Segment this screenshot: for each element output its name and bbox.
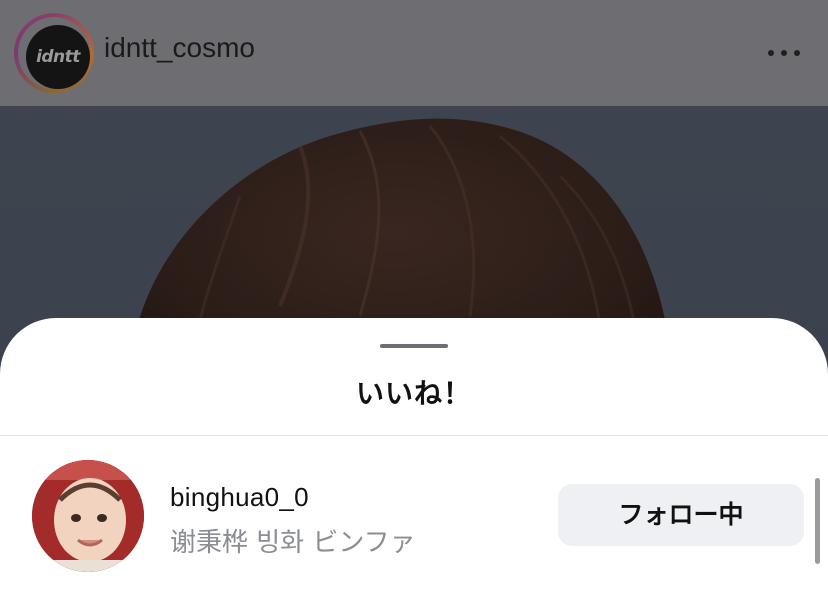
sheet-title: いいね！	[355, 377, 472, 410]
avatar-logo-text: idntt	[26, 25, 90, 89]
more-horizontal-icon[interactable]	[768, 50, 802, 58]
sheet-grabber-handle[interactable]	[380, 344, 448, 348]
following-button[interactable]: フォロー中	[558, 484, 804, 546]
scrollbar[interactable]	[815, 478, 820, 564]
user-full-name: 谢秉桦 빙화 ビンファ	[170, 528, 416, 558]
post-author-username[interactable]: idntt_cosmo	[104, 32, 255, 64]
user-username[interactable]: binghua0_0	[170, 482, 309, 513]
screen: idntt idntt_cosmo いいね！ binghua0_0 谢秉桦 빙화…	[0, 0, 828, 598]
post-header: idntt idntt_cosmo	[0, 0, 828, 106]
sheet-divider	[0, 435, 828, 436]
post-author-avatar[interactable]: idntt	[14, 13, 94, 93]
likes-sheet: いいね！ binghua0_0 谢秉桦 빙화 ビンファ フォロー中	[0, 318, 828, 598]
avatar[interactable]	[32, 460, 144, 572]
list-item[interactable]: binghua0_0 谢秉桦 빙화 ビンファ フォロー中	[0, 458, 828, 576]
avatar-photo	[32, 460, 144, 572]
